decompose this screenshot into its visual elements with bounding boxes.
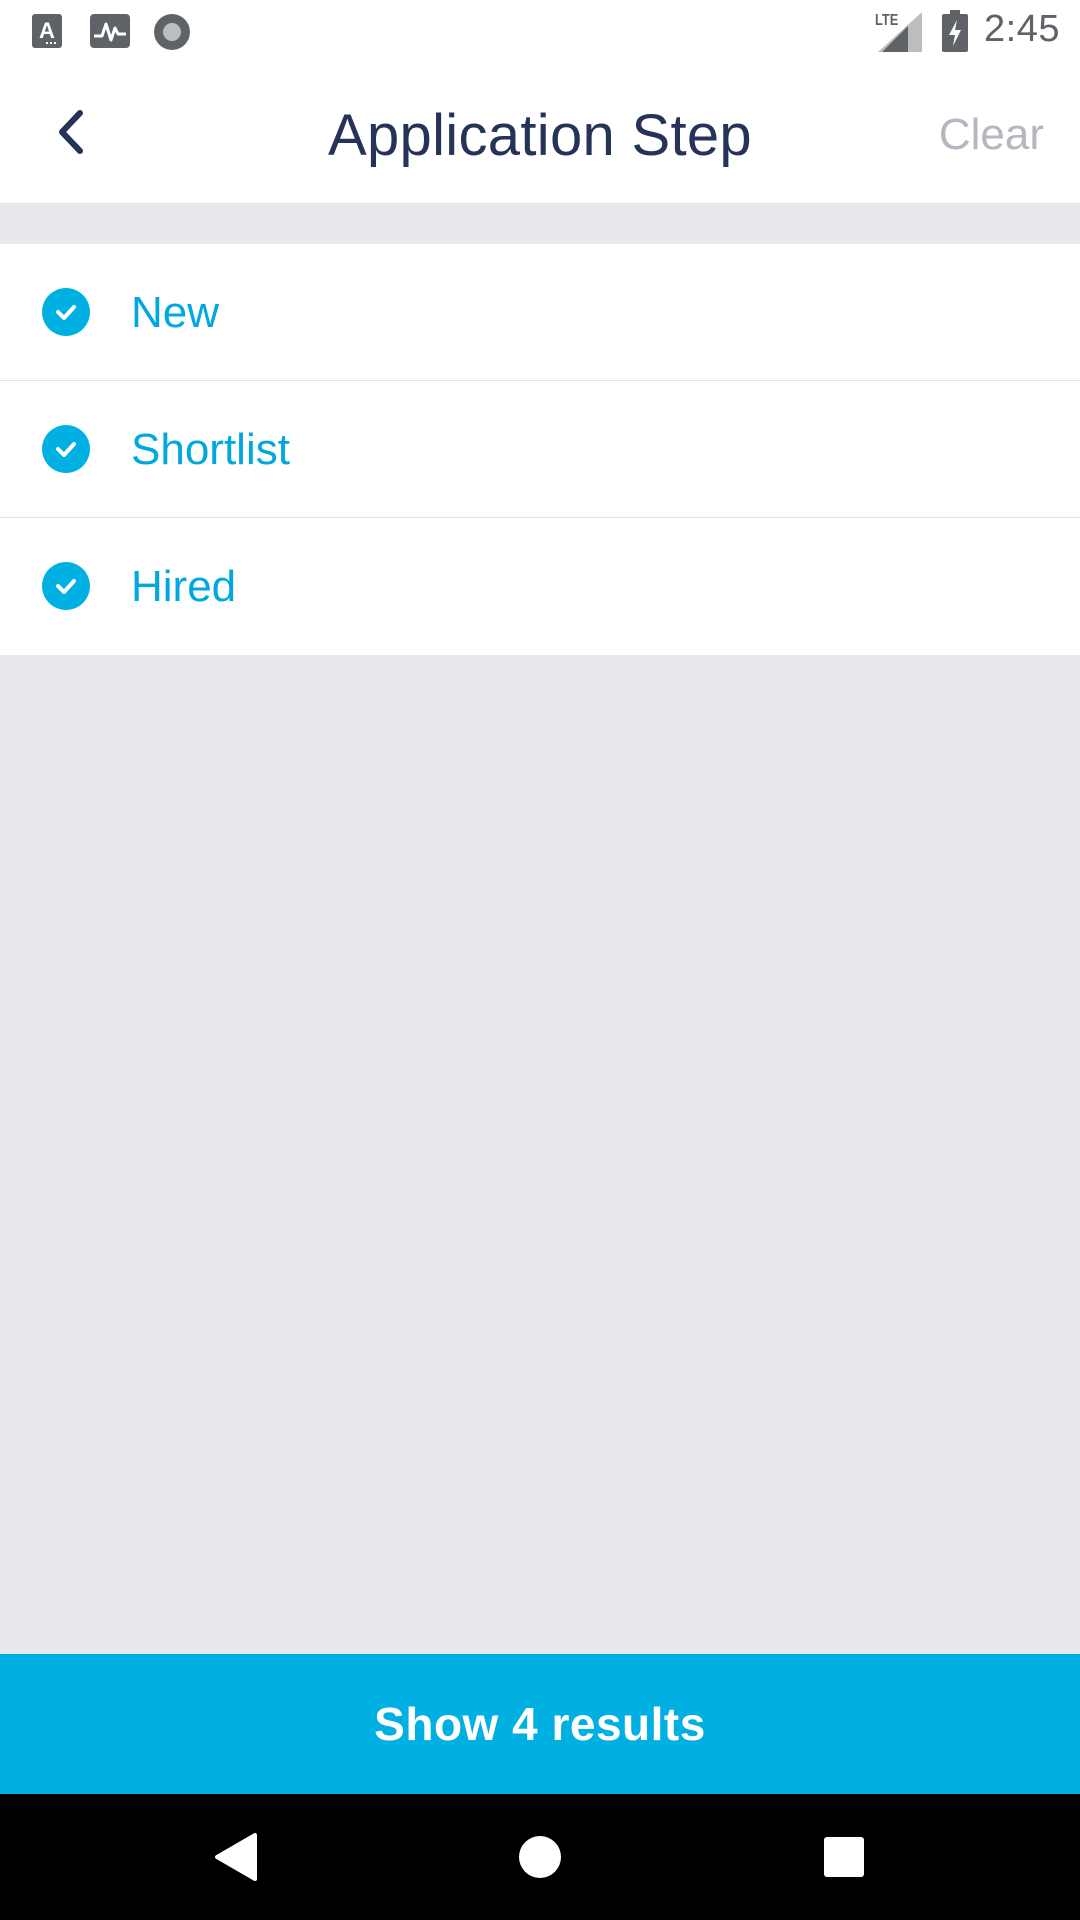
show-results-button[interactable]: Show 4 results <box>0 1654 1080 1794</box>
battery-charging-icon <box>942 10 968 57</box>
checkmark-icon <box>42 562 90 610</box>
application-step-screen: A LTE 2:45 Application Step Clear New Sh… <box>0 0 1080 1920</box>
step-filter-list: New Shortlist Hired <box>0 244 1080 655</box>
list-item-label: Shortlist <box>131 425 290 474</box>
list-item-new[interactable]: New <box>0 244 1080 381</box>
status-time: 2:45 <box>984 8 1060 50</box>
text-a-icon: A <box>32 14 62 53</box>
svg-text:A: A <box>39 18 55 43</box>
clear-button[interactable]: Clear <box>939 110 1044 160</box>
header: Application Step Clear <box>0 64 1080 204</box>
circle-icon <box>152 12 192 57</box>
signal-icon <box>878 12 922 57</box>
list-item-label: Hired <box>131 562 237 611</box>
system-nav-bar <box>0 1794 1080 1920</box>
activity-icon <box>90 14 130 53</box>
nav-home-icon[interactable] <box>510 1827 570 1887</box>
list-item-label: New <box>131 288 220 337</box>
nav-recents-icon[interactable] <box>814 1827 874 1887</box>
nav-back-icon[interactable] <box>207 1827 267 1887</box>
page-title: Application Step <box>328 103 752 168</box>
checkmark-icon <box>42 288 90 336</box>
list-item-shortlist[interactable]: Shortlist <box>0 381 1080 518</box>
checkmark-icon <box>42 425 90 473</box>
list-item-hired[interactable]: Hired <box>0 518 1080 655</box>
status-bar: A LTE 2:45 <box>0 0 1080 64</box>
